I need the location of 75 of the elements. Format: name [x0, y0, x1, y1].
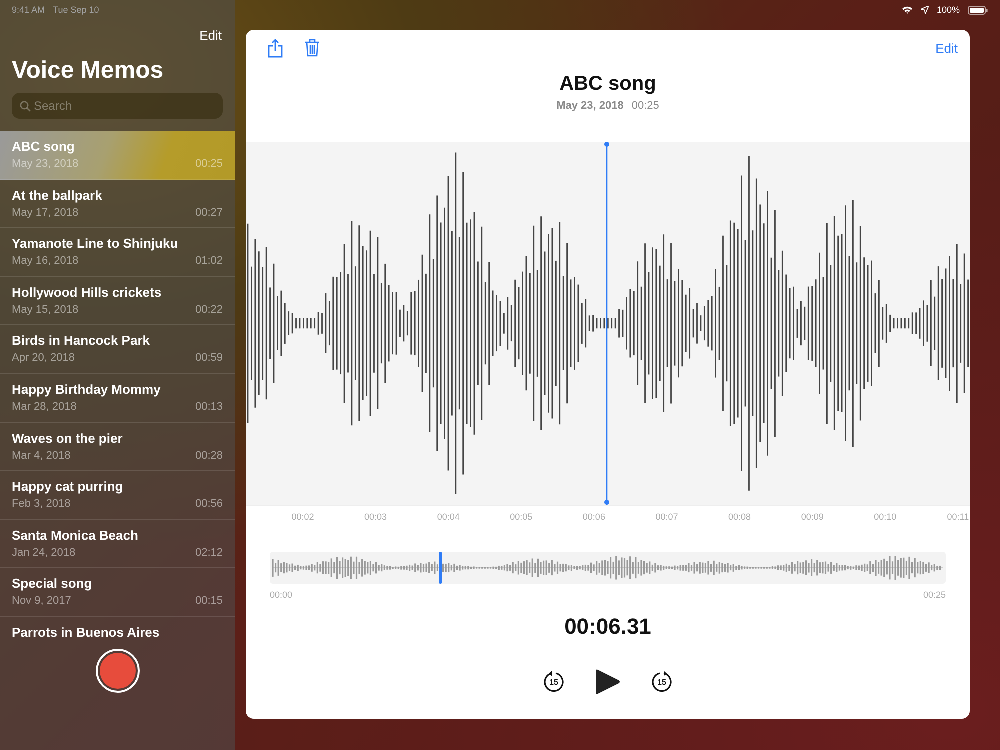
recording-duration: 00:13: [195, 400, 223, 413]
recording-item[interactable]: Happy Birthday Mommy Mar 28, 2018 00:13: [0, 374, 235, 423]
recording-date: Mar 28, 2018: [12, 400, 77, 413]
recording-date: May 23, 2018: [556, 100, 624, 112]
battery-icon: [968, 6, 988, 14]
status-date: Tue Sep 10: [53, 5, 100, 15]
trash-icon: [305, 39, 320, 57]
recording-title: Waves on the pier: [12, 430, 124, 446]
recording-date: Apr 20, 2018: [12, 352, 75, 364]
recording-duration: 00:15: [195, 595, 223, 608]
play-button[interactable]: [595, 668, 621, 696]
recording-item[interactable]: Birds in Hancock Park Apr 20, 2018 00:59: [0, 325, 235, 374]
sidebar-title: Voice Memos: [12, 57, 165, 85]
time-tick-label: 00:11: [947, 512, 970, 522]
skip-back-button[interactable]: 15: [543, 671, 565, 693]
skip-forward-button[interactable]: 15: [651, 671, 673, 693]
recording-date: Nov 9, 2017: [12, 595, 72, 608]
recording-date: Jan 24, 2018: [12, 546, 76, 559]
edit-button[interactable]: Edit: [200, 28, 222, 43]
recording-date: May 23, 2018: [12, 158, 79, 170]
time-tick-label: 00:07: [656, 512, 678, 522]
recording-title: Happy cat purring: [12, 479, 124, 494]
edit-button[interactable]: Edit: [936, 40, 958, 56]
recording-duration: 00:22: [195, 304, 223, 316]
time-tick-label: 00:04: [437, 512, 460, 522]
recording-duration: 01:02: [195, 255, 223, 268]
recording-title: Hollywood Hills crickets: [12, 284, 163, 300]
recording-date: May 15, 2018: [12, 304, 79, 316]
time-tick-label: 00:05: [510, 512, 533, 522]
recording-title: ABC song: [558, 73, 658, 96]
recording-title: At the ballpark: [12, 188, 104, 203]
time-tick-label: 00:09: [801, 512, 824, 522]
recording-title: Happy Birthday Mommy: [12, 382, 162, 397]
battery-percentage: 100%: [936, 5, 960, 15]
recording-title: ABC song: [12, 139, 76, 154]
recording-item[interactable]: At the ballpark May 17, 2018 00:27: [0, 180, 235, 228]
recording-title: Santa Monica Beach: [12, 528, 140, 543]
recording-item[interactable]: Special song Nov 9, 2017 00:15: [0, 568, 235, 617]
current-time: 00:06.31: [564, 614, 652, 640]
recording-duration: 00:25: [195, 158, 223, 170]
end-time: 00:25: [923, 590, 946, 600]
recording-date: Mar 4, 2018: [12, 450, 71, 462]
record-button[interactable]: [96, 649, 140, 693]
time-tick-label: 00:08: [728, 512, 752, 522]
time-tick-label: 00:03: [364, 512, 388, 522]
wifi-icon: [902, 6, 913, 14]
location-arrow-icon: [920, 6, 929, 14]
recording-duration: 02:12: [195, 546, 223, 559]
recording-date: May 16, 2018: [12, 255, 79, 268]
recording-duration: 00:25: [632, 100, 660, 112]
recording-title[interactable]: Parrots in Buenos Aires: [12, 624, 223, 640]
recording-title: Special song: [12, 576, 94, 592]
overview-playhead[interactable]: [439, 552, 442, 584]
start-time: 00:00: [270, 590, 293, 600]
recording-duration: 00:27: [195, 206, 223, 219]
recording-item[interactable]: Waves on the pier Mar 4, 2018 00:28: [0, 422, 235, 472]
recording-item[interactable]: Hollywood Hills crickets May 15, 2018 00:22: [0, 276, 235, 326]
recording-title: Birds in Hancock Park: [12, 333, 151, 348]
recording-title: Yamanote Line to Shinjuku: [12, 236, 180, 252]
recording-item[interactable]: Happy cat purring Feb 3, 2018 00:56: [0, 471, 235, 520]
recording-duration: 00:28: [195, 450, 223, 462]
time-tick-label: 00:10: [874, 512, 897, 522]
recording-date: May 17, 2018: [12, 206, 79, 219]
status-time: 9:41 AM: [12, 5, 46, 15]
share-icon: [268, 38, 283, 58]
recording-duration: 00:56: [195, 498, 223, 510]
recording-item[interactable]: Yamanote Line to Shinjuku May 16, 2018 01:02: [0, 228, 235, 277]
time-tick-label: 00:02: [292, 512, 314, 522]
recording-date: Feb 3, 2018: [12, 498, 71, 510]
time-tick-label: 00:06: [582, 512, 606, 522]
recording-item[interactable]: Santa Monica Beach Jan 24, 2018 02:12: [0, 520, 235, 568]
recording-duration: 00:59: [195, 352, 223, 364]
delete-button[interactable]: [305, 39, 320, 57]
share-button[interactable]: [268, 38, 283, 58]
search-field[interactable]: Search: [12, 93, 223, 119]
